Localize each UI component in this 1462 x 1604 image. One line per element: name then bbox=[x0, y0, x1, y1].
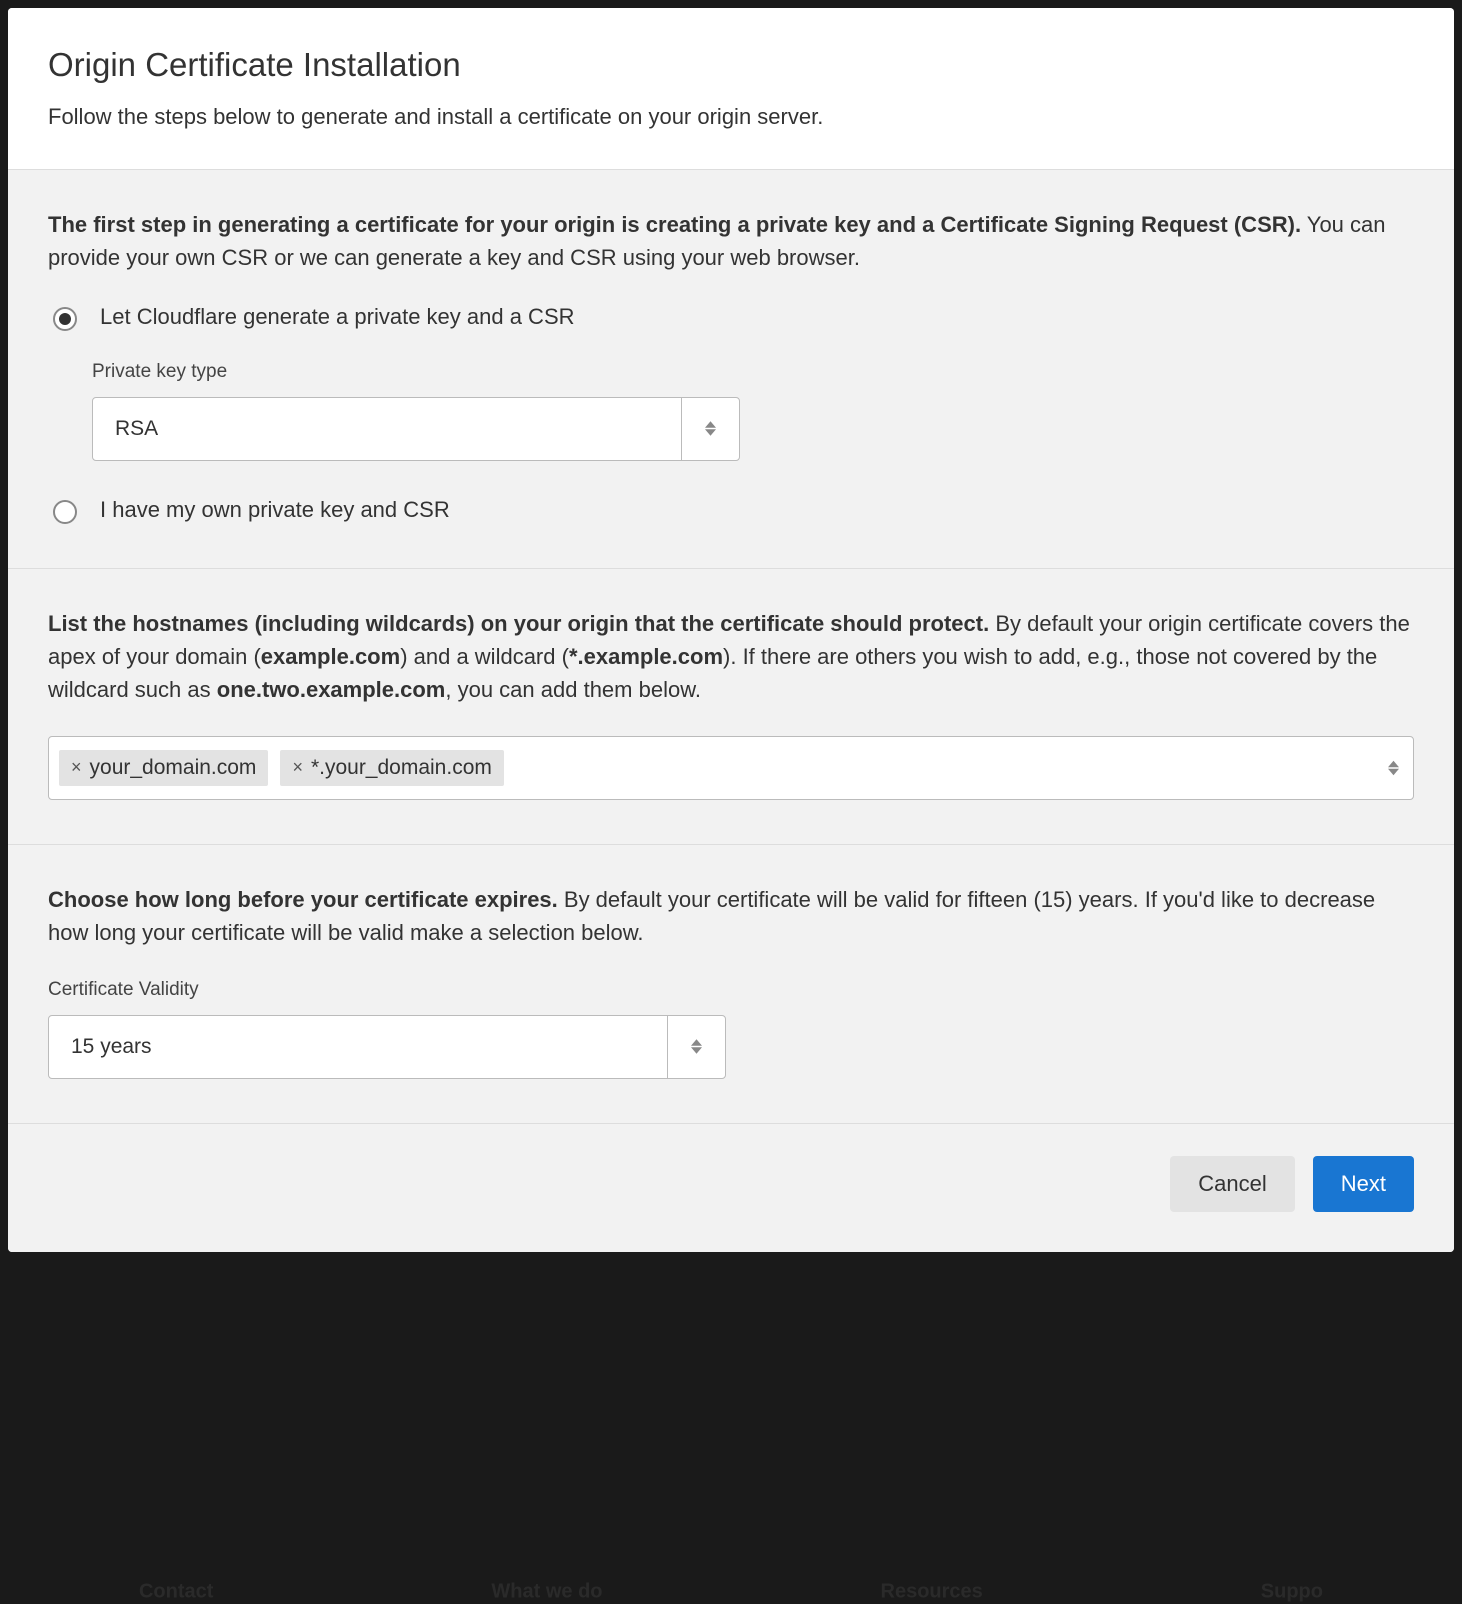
cancel-button[interactable]: Cancel bbox=[1170, 1156, 1294, 1212]
select-arrows-icon bbox=[681, 398, 739, 460]
origin-cert-modal: Origin Certificate Installation Follow t… bbox=[8, 8, 1454, 1252]
radio-generate[interactable] bbox=[53, 307, 77, 331]
radio-row-generate[interactable]: Let Cloudflare generate a private key an… bbox=[48, 304, 1414, 331]
select-arrows-icon bbox=[1388, 760, 1399, 775]
hostnames-input[interactable]: × your_domain.com × *.your_domain.com bbox=[48, 736, 1414, 800]
next-button[interactable]: Next bbox=[1313, 1156, 1414, 1212]
modal-footer: Cancel Next bbox=[8, 1123, 1454, 1252]
private-key-type-label: Private key type bbox=[92, 361, 1414, 383]
step-validity: Choose how long before your certificate … bbox=[8, 844, 1454, 1123]
private-key-type-value: RSA bbox=[93, 417, 681, 441]
remove-hostname-icon[interactable]: × bbox=[292, 757, 305, 778]
step-csr-intro-bold: The first step in generating a certifica… bbox=[48, 212, 1301, 237]
radio-row-own[interactable]: I have my own private key and CSR bbox=[48, 497, 1414, 524]
step-hostnames-intro: List the hostnames (including wildcards)… bbox=[48, 607, 1414, 706]
validity-select[interactable]: 15 years bbox=[48, 1015, 726, 1079]
private-key-type-select[interactable]: RSA bbox=[92, 397, 740, 461]
hostname-tag-label: your_domain.com bbox=[90, 756, 257, 780]
validity-value: 15 years bbox=[49, 1035, 667, 1059]
radio-generate-label: Let Cloudflare generate a private key an… bbox=[100, 304, 575, 330]
step-validity-intro: Choose how long before your certificate … bbox=[48, 883, 1414, 949]
modal-title: Origin Certificate Installation bbox=[48, 46, 1414, 84]
step-csr: The first step in generating a certifica… bbox=[8, 169, 1454, 568]
step-hostnames: List the hostnames (including wildcards)… bbox=[8, 568, 1454, 844]
hostname-tag: × your_domain.com bbox=[59, 750, 268, 786]
radio-own[interactable] bbox=[53, 500, 77, 524]
private-key-block: Private key type RSA bbox=[92, 361, 1414, 461]
step-csr-intro: The first step in generating a certifica… bbox=[48, 208, 1414, 274]
validity-label: Certificate Validity bbox=[48, 979, 1414, 1001]
hostname-tag: × *.your_domain.com bbox=[280, 750, 503, 786]
remove-hostname-icon[interactable]: × bbox=[71, 757, 84, 778]
radio-own-label: I have my own private key and CSR bbox=[100, 497, 450, 523]
hostname-tag-label: *.your_domain.com bbox=[311, 756, 492, 780]
modal-header: Origin Certificate Installation Follow t… bbox=[8, 8, 1454, 169]
background-nav: Contact What we do Resources Suppo bbox=[0, 1569, 1462, 1592]
select-arrows-icon bbox=[667, 1016, 725, 1078]
modal-subtitle: Follow the steps below to generate and i… bbox=[48, 102, 1414, 133]
